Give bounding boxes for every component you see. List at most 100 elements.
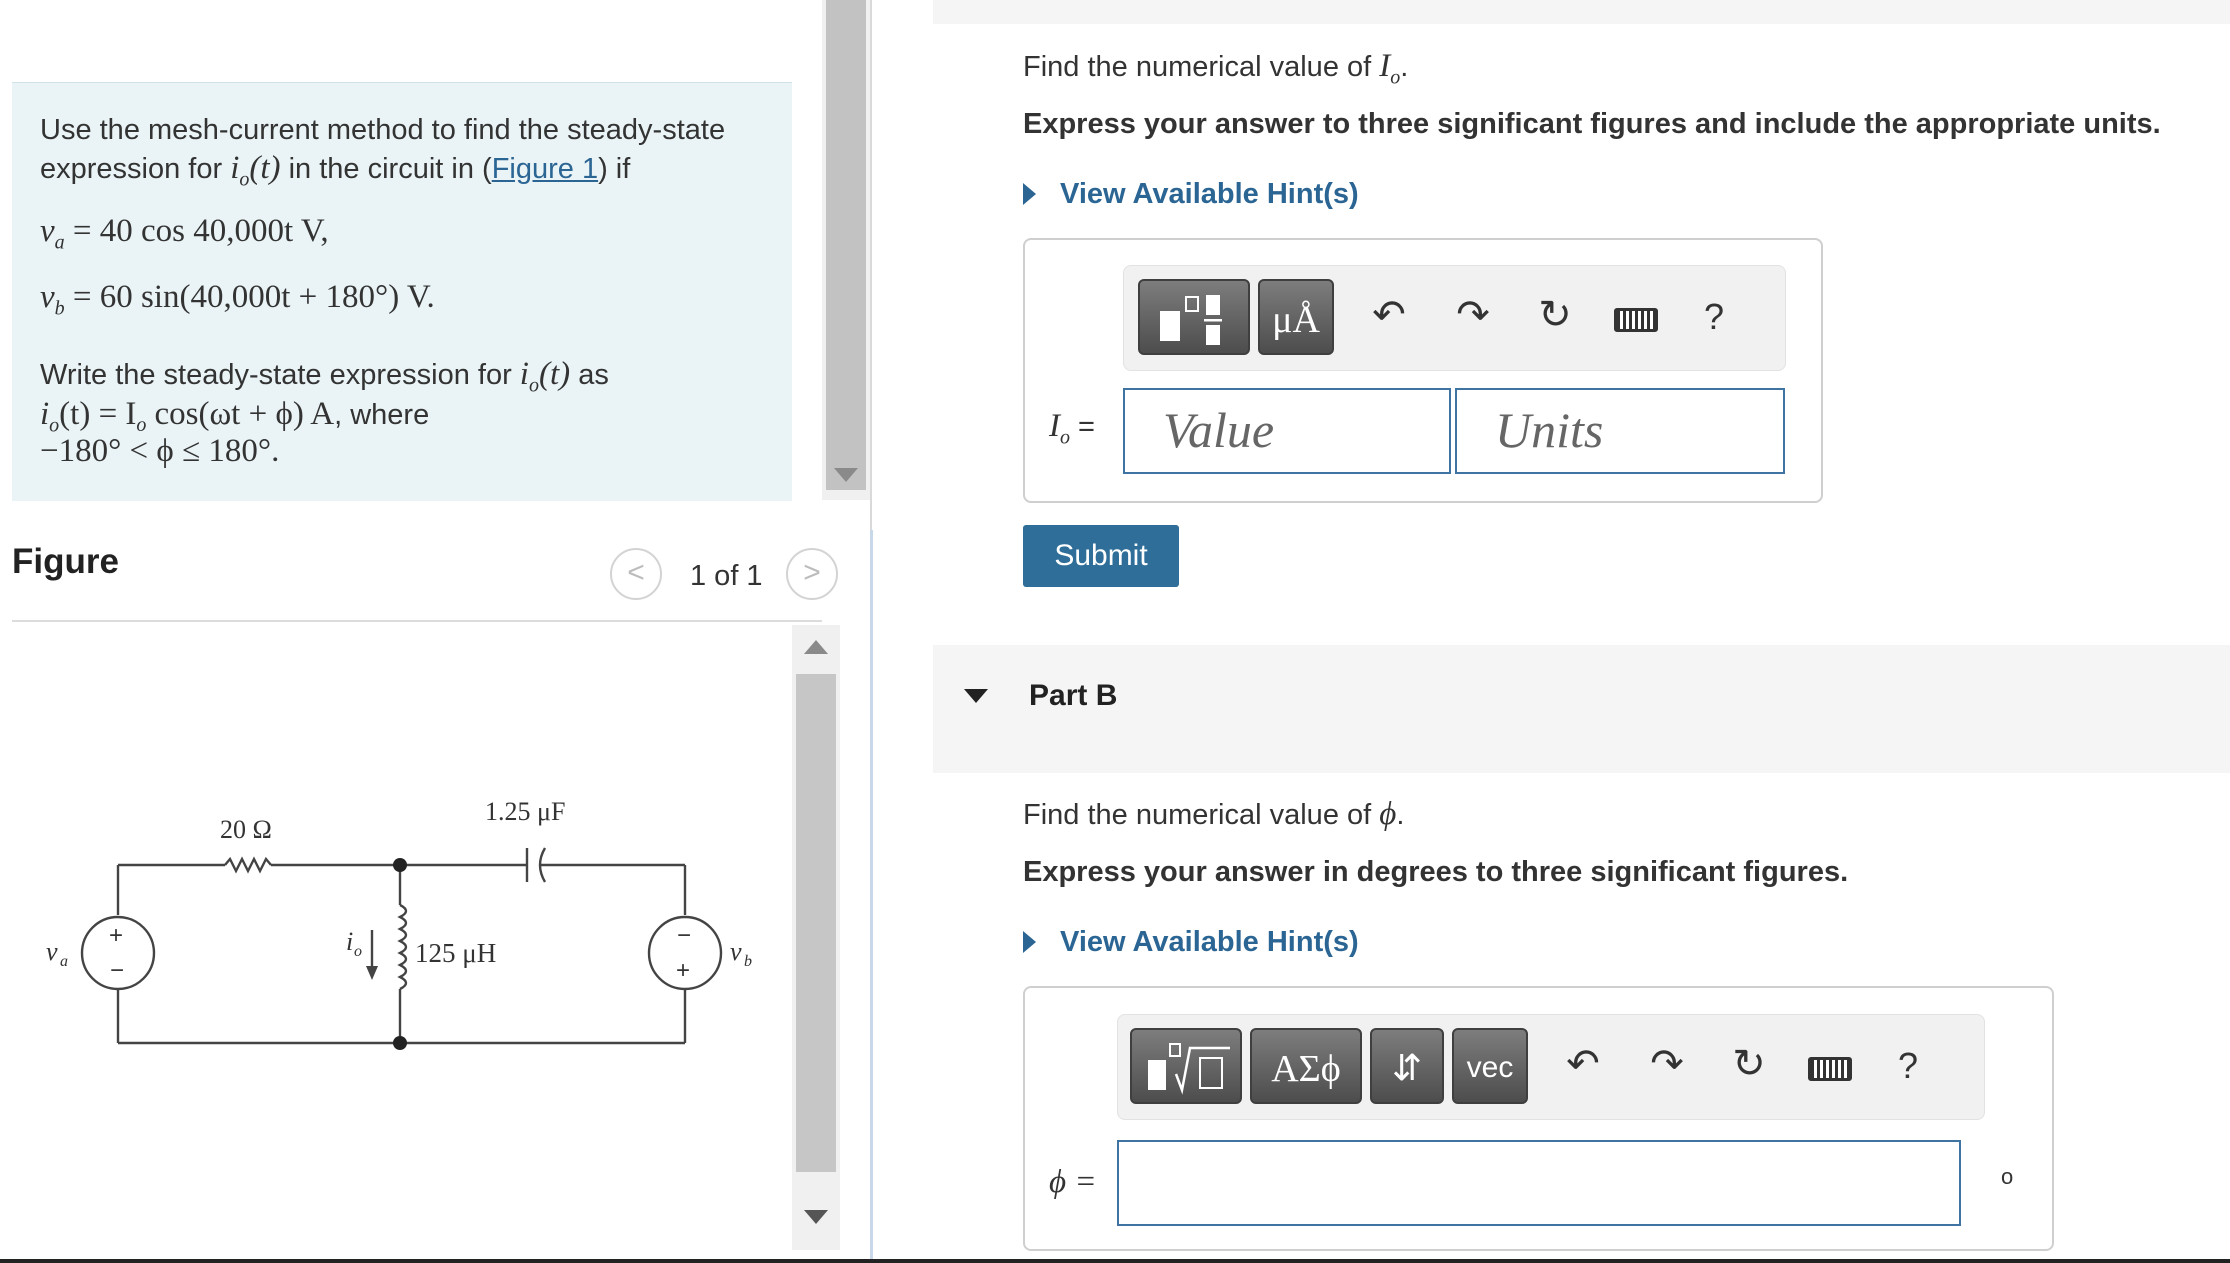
redo-icon[interactable]: ↷ [1448,292,1498,338]
keyboard-icon[interactable] [1614,308,1658,332]
prev-figure-button[interactable]: < [610,548,662,600]
vb-symbol: vb [40,279,65,320]
part-b-hint-label: View Available Hint(s) [1060,925,1359,958]
inductor-125uH [397,903,408,991]
part-a-label-var: Io [1049,408,1070,449]
node-top [393,858,407,872]
capacitor-label: 1.25 μF [485,797,565,826]
reset-icon[interactable]: ↻ [1530,292,1580,338]
figure-scroll-up-icon[interactable] [804,640,828,654]
va-plus: + [109,922,123,949]
write-mid: as [578,359,609,391]
io-arrow-head [366,966,378,980]
va-label: v [46,937,58,966]
resistor-20ohm [224,856,272,874]
units-input[interactable]: Units [1455,388,1785,474]
part-b-answer-box: ΑΣϕ ⇵ vec ↶ ↷ ↻ ? ϕ = o [1023,986,2054,1251]
redo-icon[interactable]: ↷ [1642,1041,1692,1087]
chevron-right-icon: > [803,556,821,589]
part-a-prompt-pre: Find the numerical value of [1023,51,1372,83]
help-icon[interactable]: ? [1898,1045,1918,1087]
vb-expression: = 60 sin(40,000t + 180°) V. [72,279,435,315]
io-label: i [346,927,353,956]
part-b-prompt-pre: Find the numerical value of [1023,799,1372,831]
part-b-title: Part B [1029,679,1118,712]
part-a-input-label: Io = [1049,408,1095,450]
reset-icon[interactable]: ↻ [1724,1041,1774,1087]
undo-icon[interactable]: ↶ [1558,1041,1608,1087]
templates-icon [1160,295,1222,345]
va-label-sub: a [60,953,68,970]
units-button[interactable]: μÅ [1258,279,1334,355]
vb-minus: − [677,922,691,949]
scroll-down-arrow-icon[interactable] [834,468,858,482]
node-bottom [393,1036,407,1050]
part-a-prompt: Find the numerical value of Io. [1023,48,1408,90]
part-a-answer-box: μÅ ↶ ↷ ↻ ? Io = Value Units [1023,238,1823,503]
io-expr-2: cos(ωt + ϕ) A [154,396,335,432]
updown-arrows-button[interactable]: ⇵ [1370,1028,1444,1104]
caret-right-icon [1023,183,1036,205]
problem-statement: Use the mesh-current method to find the … [12,82,792,501]
phase-range: −180° < ϕ ≤ 180°. [40,433,280,469]
help-icon[interactable]: ? [1704,296,1724,338]
part-b-toolbar: ΑΣϕ ⇵ vec ↶ ↷ ↻ ? [1117,1014,1985,1120]
vb-plus: + [676,957,690,984]
part-a-toolbar: μÅ ↶ ↷ ↻ ? [1123,265,1786,371]
part-b-instruction: Express your answer in degrees to three … [1023,856,1849,888]
va-equation: va = 40 cos 40,000t V, [40,213,329,255]
circuit-figure: 20 Ω 1.25 μF 125 μH v a v b i o + − − + [30,790,770,1070]
io-symbol-2: io(t) [519,356,571,397]
part-b-hint-toggle[interactable]: View Available Hint(s) [1023,922,1359,962]
vb-label-sub: b [744,953,752,970]
figure-scrollbar-thumb[interactable] [796,674,836,1172]
radical-template-icon [1148,1043,1230,1095]
io-label-sub: o [354,943,362,960]
problem-line-2-mid: in the circuit in ( [288,153,492,185]
problem-line-2: expression for io(t) in the circuit in (… [40,149,630,199]
figure-scroll-down-icon[interactable] [804,1210,828,1224]
caret-right-icon [1023,931,1036,953]
part-b-prompt-post: . [1396,799,1405,831]
figure-title: Figure [12,542,119,581]
value-input[interactable]: Value [1123,388,1451,474]
caret-down-icon [964,689,988,703]
va-expression: = 40 cos 40,000t V, [72,213,329,249]
submit-button[interactable]: Submit [1023,525,1179,587]
keyboard-icon[interactable] [1808,1057,1852,1081]
io-expr: (t) = I [59,396,137,432]
vb-label: v [730,937,742,966]
part-a-label-eq: = [1070,411,1095,443]
next-figure-button[interactable]: > [786,548,838,600]
resistor-label: 20 Ω [220,815,272,844]
part-a-var: Io [1379,48,1401,89]
part-a-hint-label: View Available Hint(s) [1060,177,1359,210]
chevron-left-icon: < [627,556,645,589]
va-symbol: va [40,213,65,254]
part-a-instruction: Express your answer to three significant… [1023,108,2161,140]
figure-link[interactable]: Figure 1 [492,153,598,185]
va-minus: − [110,957,124,984]
part-a-hint-toggle[interactable]: View Available Hint(s) [1023,174,1359,214]
part-a-prompt-post: . [1400,51,1409,83]
write-pre: Write the steady-state expression for [40,359,512,391]
templates-button[interactable] [1130,1028,1242,1104]
part-b-input-label: ϕ = [1049,1164,1097,1200]
panel-divider-highlight [870,530,873,1263]
part-b-prompt: Find the numerical value of ϕ. [1023,796,1404,833]
figure-divider [12,620,822,622]
degree-symbol: o [2001,1164,2014,1189]
problem-line-2-pre: expression for [40,153,223,185]
vector-button[interactable]: vec [1452,1028,1528,1104]
where-text: , where [334,399,430,431]
part-b-var: ϕ [1379,796,1397,832]
templates-button[interactable] [1138,279,1250,355]
part-b-header[interactable]: Part B [933,645,2230,773]
circuit-diagram: 20 Ω 1.25 μF 125 μH v a v b i o + − − + [46,797,752,1050]
phi-input[interactable] [1117,1140,1961,1226]
undo-icon[interactable]: ↶ [1364,292,1414,338]
inductor-label: 125 μH [415,938,496,968]
greek-button[interactable]: ΑΣϕ [1250,1028,1362,1104]
problem-scrollbar-thumb[interactable] [826,0,866,490]
vb-equation: vb = 60 sin(40,000t + 180°) V. [40,279,435,321]
